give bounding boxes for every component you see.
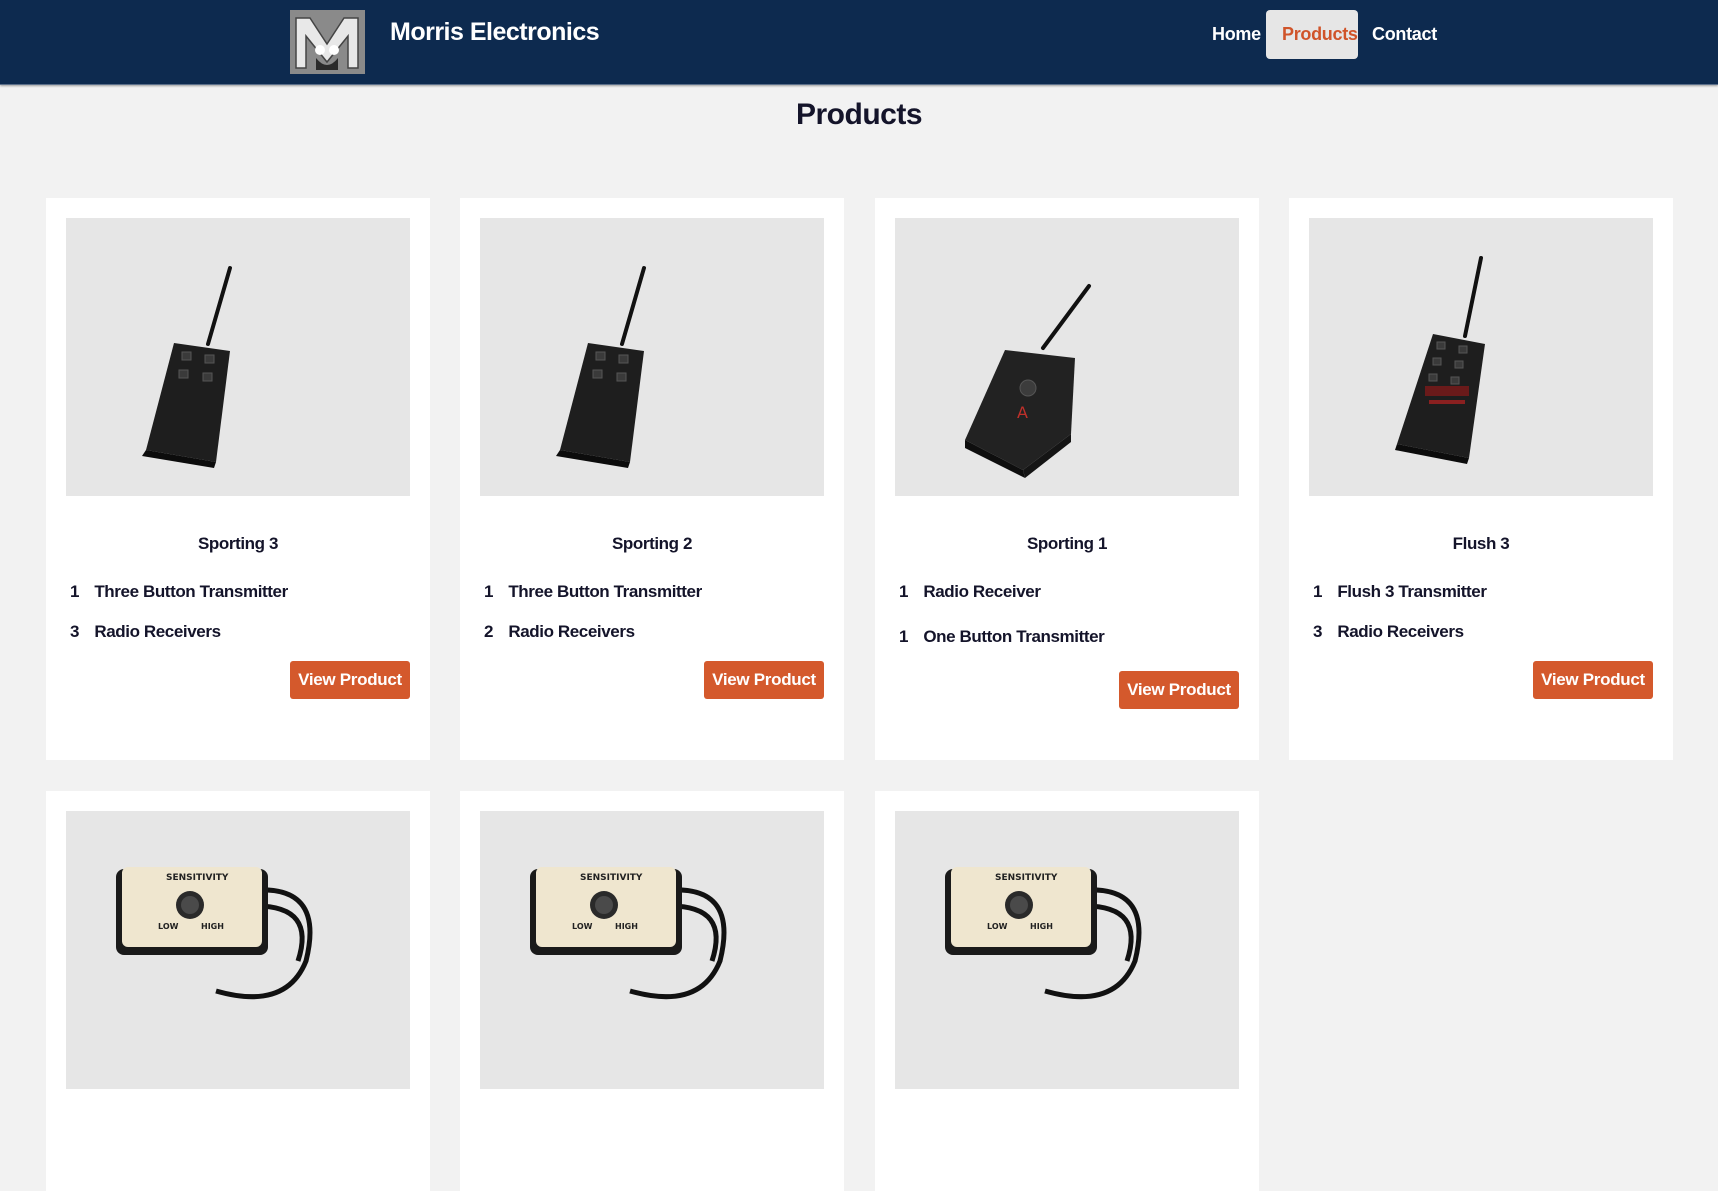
item-quantity: 3 [1313,622,1323,641]
product-title: Sporting 2 [611,534,693,553]
item-quantity: 2 [484,622,494,641]
page-title: Products [795,98,923,131]
item-quantity: 1 [899,627,909,646]
nav-home[interactable]: Home [1196,10,1277,59]
high-label: HIGH [1030,922,1053,931]
sensitivity-label: SENSITIVITY [580,873,643,883]
product-item: 2 Radio Receivers [484,622,635,642]
channel-letter-icon: A [1017,403,1028,422]
product-image[interactable]: SENSITIVITY LOW HIGH [895,811,1239,1089]
product-title: Sporting 1 [1026,534,1108,553]
item-quantity: 1 [70,582,80,601]
item-quantity: 3 [70,622,80,641]
product-card: SENSITIVITY LOW HIGH [46,791,430,1191]
logo[interactable] [290,10,365,74]
item-quantity: 1 [1313,582,1323,601]
nav-contact[interactable]: Contact [1356,10,1453,59]
product-card: SENSITIVITY LOW HIGH [460,791,844,1191]
item-label: Flush 3 Transmitter [1337,582,1487,601]
product-image[interactable]: SENSITIVITY LOW HIGH [480,811,824,1089]
low-label: LOW [987,922,1008,931]
product-item: 1 Three Button Transmitter [484,582,702,602]
item-label: Radio Receivers [1337,622,1464,641]
product-item: 1 Radio Receiver [899,582,1041,602]
view-product-button[interactable]: View Product [704,661,824,699]
product-item: 1 Flush 3 Transmitter [1313,582,1487,602]
product-item: 1 Three Button Transmitter [70,582,288,602]
item-label: Three Button Transmitter [508,582,702,601]
product-image[interactable] [1309,218,1653,496]
product-item: 3 Radio Receivers [70,622,221,642]
high-label: HIGH [201,922,224,931]
high-label: HIGH [615,922,638,931]
item-label: Radio Receiver [923,582,1041,601]
product-card: Flush 3 1 Flush 3 Transmitter 3 Radio Re… [1289,198,1673,760]
item-label: Radio Receivers [508,622,635,641]
low-label: LOW [572,922,593,931]
product-item: 1 One Button Transmitter [899,627,1105,647]
sensitivity-label: SENSITIVITY [995,873,1058,883]
product-image[interactable]: A [895,218,1239,496]
product-image[interactable]: SENSITIVITY LOW HIGH [66,811,410,1089]
view-product-button[interactable]: View Product [290,661,410,699]
product-title: Flush 3 [1452,534,1510,553]
view-product-button[interactable]: View Product [1533,661,1653,699]
view-product-button[interactable]: View Product [1119,671,1239,709]
item-label: Three Button Transmitter [94,582,288,601]
navbar: Morris Electronics Home Products Contact [0,0,1718,85]
product-title: Sporting 3 [197,534,279,553]
product-card: Sporting 2 1 Three Button Transmitter 2 … [460,198,844,760]
product-image[interactable] [480,218,824,496]
low-label: LOW [158,922,179,931]
item-quantity: 1 [899,582,909,601]
product-item: 3 Radio Receivers [1313,622,1464,642]
brand-name[interactable]: Morris Electronics [390,18,600,47]
product-card: SENSITIVITY LOW HIGH [875,791,1259,1191]
item-quantity: 1 [484,582,494,601]
item-label: Radio Receivers [94,622,221,641]
sensitivity-label: SENSITIVITY [166,873,229,883]
product-card: Sporting 3 1 Three Button Transmitter 3 … [46,198,430,760]
product-image[interactable] [66,218,410,496]
nav-products[interactable]: Products [1266,10,1358,59]
product-card: A Sporting 1 1 Radio Receiver 1 One Butt… [875,198,1259,760]
item-label: One Button Transmitter [923,627,1105,646]
